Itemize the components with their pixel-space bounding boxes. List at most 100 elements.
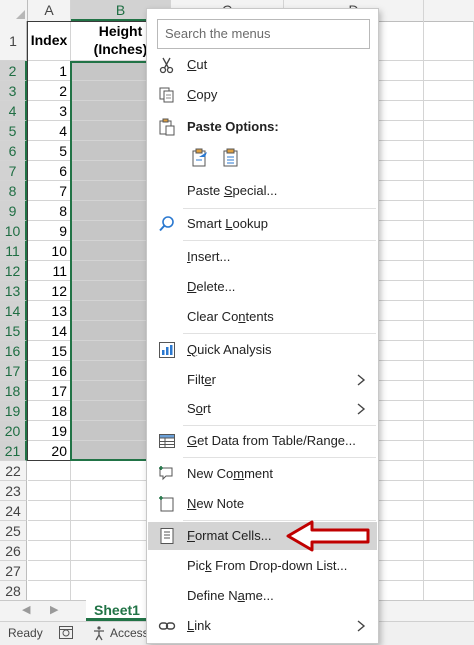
row-header[interactable]: 9 [0,201,27,221]
empty-cell[interactable] [424,181,474,201]
index-cell[interactable]: 4 [28,121,71,141]
row-header[interactable]: 18 [0,381,27,401]
index-cell[interactable]: 20 [28,441,71,461]
index-cell[interactable]: 11 [28,261,71,281]
menu-item-pick-from-list[interactable]: Pick From Drop-down List... [148,552,377,580]
row-header[interactable]: 10 [0,221,27,241]
row-header[interactable]: 17 [0,361,27,381]
empty-cell[interactable] [424,461,474,481]
index-cell[interactable]: 18 [28,401,71,421]
paste-values-icon[interactable] [221,148,241,168]
row-header[interactable]: 2 [0,61,27,81]
empty-cell[interactable] [28,581,71,600]
index-cell[interactable]: 13 [28,301,71,321]
header-cell-index[interactable]: Index [28,21,71,61]
empty-cell[interactable] [28,561,71,581]
menu-item-cut[interactable]: Cut [148,51,377,79]
empty-cell[interactable] [424,541,474,561]
empty-cell[interactable] [424,401,474,421]
row-header[interactable]: 8 [0,181,27,201]
empty-cell[interactable] [424,361,474,381]
menu-search-input[interactable]: Search the menus [157,19,370,49]
menu-item-delete[interactable]: Delete... [148,273,377,301]
empty-cell[interactable] [424,381,474,401]
row-header[interactable]: 13 [0,281,27,301]
empty-cell[interactable] [28,521,71,541]
row-header[interactable]: 16 [0,341,27,361]
empty-cell[interactable] [424,21,474,61]
menu-item-clear-contents[interactable]: Clear Contents [148,303,377,331]
index-cell[interactable]: 12 [28,281,71,301]
empty-cell[interactable] [424,441,474,461]
menu-item-copy[interactable]: Copy [148,81,377,109]
row-header[interactable]: 1 [0,21,27,61]
row-header[interactable]: 24 [0,501,27,521]
row-header[interactable]: 22 [0,461,27,481]
empty-cell[interactable] [28,541,71,561]
row-header[interactable]: 4 [0,101,27,121]
index-cell[interactable]: 1 [28,61,71,81]
empty-cell[interactable] [424,261,474,281]
index-cell[interactable]: 9 [28,221,71,241]
empty-cell[interactable] [424,561,474,581]
row-header[interactable]: 27 [0,561,27,581]
scroll-left-icon[interactable]: ◀ [22,603,30,616]
empty-cell[interactable] [424,501,474,521]
index-cell[interactable]: 6 [28,161,71,181]
row-header[interactable]: 23 [0,481,27,501]
index-cell[interactable]: 19 [28,421,71,441]
menu-item-quick-analysis[interactable]: Quick Analysis [148,336,377,364]
empty-cell[interactable] [424,161,474,181]
macro-record-icon[interactable] [59,626,73,639]
menu-item-smart-lookup[interactable]: Smart Lookup [148,210,377,238]
menu-item-filter[interactable]: Filter [148,366,377,394]
index-cell[interactable]: 14 [28,321,71,341]
row-header[interactable]: 25 [0,521,27,541]
row-header[interactable]: 3 [0,81,27,101]
empty-cell[interactable] [424,141,474,161]
menu-item-paste-special[interactable]: Paste Special... [148,177,377,205]
empty-cell[interactable] [424,101,474,121]
row-header[interactable]: 6 [0,141,27,161]
row-header[interactable]: 14 [0,301,27,321]
select-all-corner[interactable] [0,0,28,21]
index-cell[interactable]: 5 [28,141,71,161]
menu-item-new-comment[interactable]: New Comment [148,460,377,488]
menu-item-new-note[interactable]: New Note [148,490,377,518]
empty-cell[interactable] [424,301,474,321]
empty-cell[interactable] [424,341,474,361]
empty-cell[interactable] [424,581,474,600]
row-header[interactable]: 21 [0,441,27,461]
index-cell[interactable]: 8 [28,201,71,221]
empty-cell[interactable] [28,481,71,501]
paste-all-icon[interactable] [190,148,210,168]
empty-cell[interactable] [424,61,474,81]
index-cell[interactable]: 10 [28,241,71,261]
empty-cell[interactable] [424,81,474,101]
index-cell[interactable]: 15 [28,341,71,361]
menu-item-insert[interactable]: Insert... [148,243,377,271]
menu-item-get-data[interactable]: Get Data from Table/Range... [148,427,377,455]
row-header[interactable]: 11 [0,241,27,261]
row-header[interactable]: 15 [0,321,27,341]
empty-cell[interactable] [424,321,474,341]
column-header-e[interactable] [424,0,474,21]
scroll-right-icon[interactable]: ▶ [50,603,58,616]
row-header[interactable]: 7 [0,161,27,181]
index-cell[interactable]: 2 [28,81,71,101]
empty-cell[interactable] [28,461,71,481]
empty-cell[interactable] [424,521,474,541]
row-header[interactable]: 26 [0,541,27,561]
row-header[interactable]: 19 [0,401,27,421]
index-cell[interactable]: 3 [28,101,71,121]
empty-cell[interactable] [424,201,474,221]
empty-cell[interactable] [424,281,474,301]
sheet-tab-sheet1[interactable]: Sheet1 [86,600,148,621]
index-cell[interactable]: 17 [28,381,71,401]
menu-item-link[interactable]: Link [148,612,377,640]
empty-cell[interactable] [424,121,474,141]
empty-cell[interactable] [424,241,474,261]
index-cell[interactable]: 16 [28,361,71,381]
row-header[interactable]: 5 [0,121,27,141]
column-header-a[interactable]: A [28,0,71,21]
